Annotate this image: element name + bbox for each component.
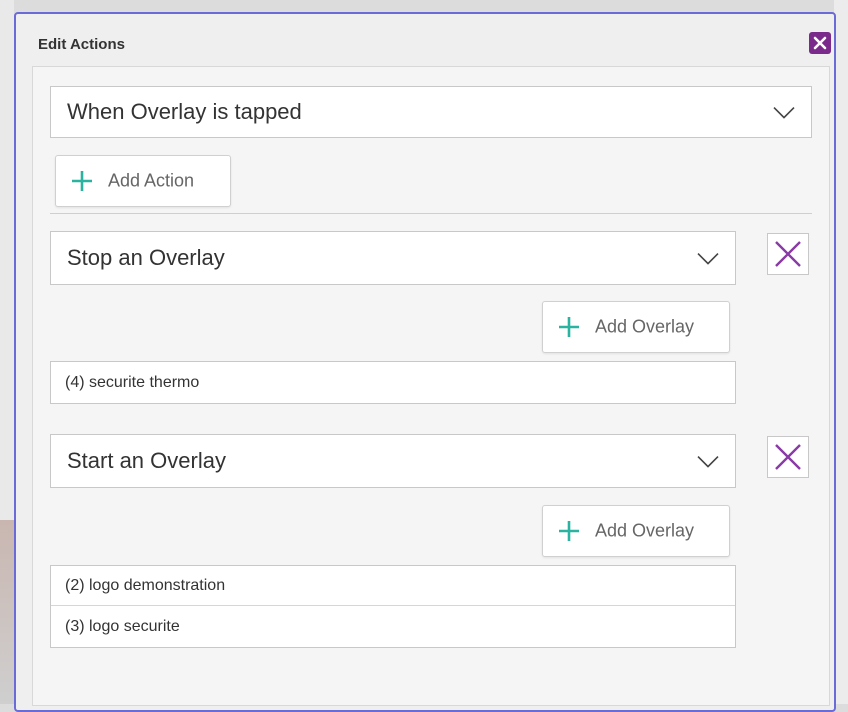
divider [50, 213, 812, 214]
action-type-value: Start an Overlay [67, 448, 226, 473]
overlay-list-item[interactable]: (3) logo securite [51, 606, 735, 647]
action-type-select[interactable]: Stop an Overlay [50, 231, 736, 285]
action-type-value: Stop an Overlay [67, 245, 225, 270]
add-action-label: Add Action [108, 170, 195, 191]
dialog-title: Edit Actions [38, 36, 125, 53]
add-overlay-button[interactable]: Add Overlay [542, 301, 730, 353]
plus-icon [72, 171, 92, 191]
trigger-select-value: When Overlay is tapped [67, 99, 302, 124]
chevron-down-icon [773, 107, 795, 119]
add-action-button[interactable]: Add Action [55, 155, 231, 207]
overlay-list: (4) securite thermo [50, 361, 736, 404]
add-overlay-button[interactable]: Add Overlay [542, 505, 730, 557]
close-icon [813, 36, 827, 50]
chevron-down-icon [697, 253, 719, 265]
remove-icon [775, 241, 801, 267]
add-overlay-label: Add Overlay [595, 520, 695, 541]
remove-icon [775, 444, 801, 470]
background-mark [838, 312, 846, 322]
overlay-list: (2) logo demonstration (3) logo securite [50, 565, 736, 648]
remove-action-button[interactable] [767, 233, 809, 275]
overlay-list-item[interactable]: (2) logo demonstration [51, 566, 735, 606]
close-dialog-button[interactable] [809, 32, 831, 54]
chevron-down-icon [697, 456, 719, 468]
overlay-list-item[interactable]: (4) securite thermo [51, 362, 735, 403]
trigger-select[interactable]: When Overlay is tapped [50, 86, 812, 138]
remove-action-button[interactable] [767, 436, 809, 478]
add-overlay-label: Add Overlay [595, 316, 695, 337]
plus-icon [559, 317, 579, 337]
background-app-left [0, 0, 14, 704]
action-type-select[interactable]: Start an Overlay [50, 434, 736, 488]
background-app-right [834, 0, 848, 704]
plus-icon [559, 521, 579, 541]
